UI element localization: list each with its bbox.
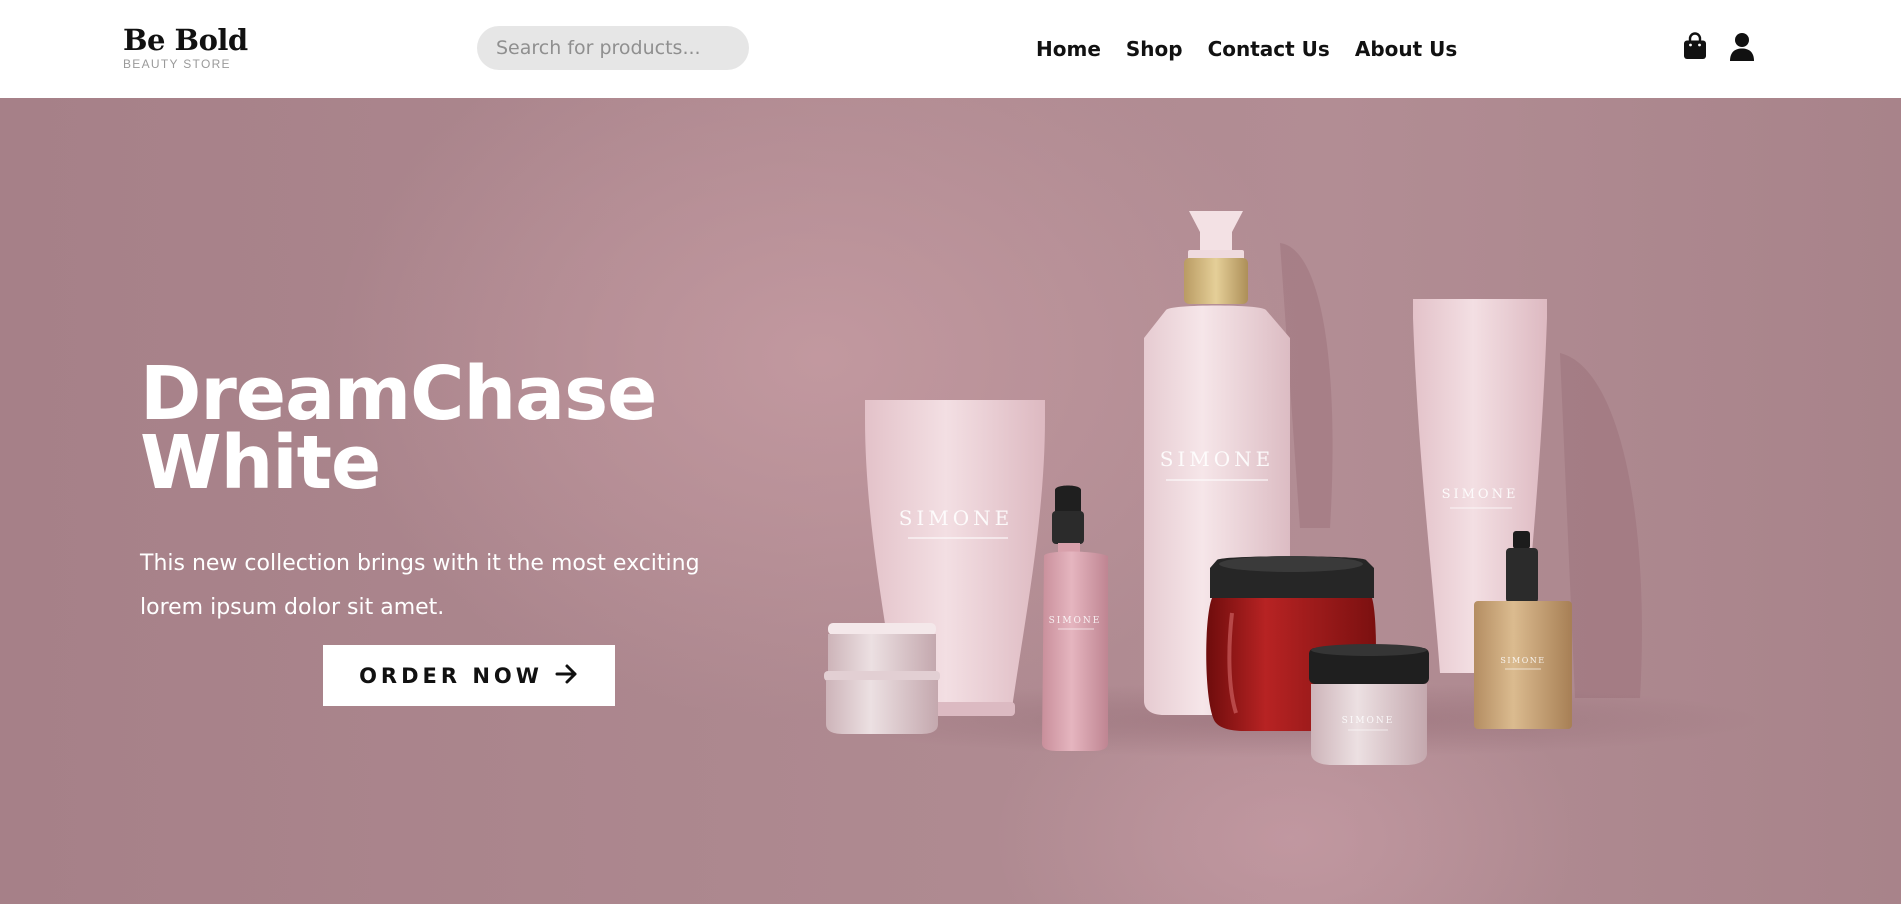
shopping-bag-icon[interactable] [1683, 32, 1709, 62]
user-icon[interactable] [1729, 32, 1755, 62]
hero-description: This new collection brings with it the m… [140, 551, 700, 620]
product-brand-label: SIMONE [1342, 716, 1395, 726]
order-now-label: ORDER NOW [359, 663, 543, 688]
product-brand-label: SIMONE [1500, 656, 1545, 665]
main-nav: Home Shop Contact Us About Us [1036, 36, 1457, 62]
arrow-right-icon [555, 663, 579, 688]
product-brand-label: SIMONE [1049, 616, 1102, 626]
nav-contact-us[interactable]: Contact Us [1208, 36, 1330, 62]
product-brand-label: SIMONE [899, 506, 1014, 530]
nav-about-us[interactable]: About Us [1355, 36, 1457, 62]
logo[interactable]: Be Bold BEAUTY STORE [123, 24, 248, 70]
product-brand-label: SIMONE [1160, 447, 1275, 471]
logo-title: Be Bold [123, 23, 248, 57]
product-brand-label: SIMONE [1442, 487, 1519, 502]
hero-title: DreamChase White [140, 357, 657, 500]
hero-title-line-2: White [140, 420, 381, 506]
site-header: Be Bold BEAUTY STORE Home Shop Contact U… [0, 0, 1901, 98]
hero-banner: SIMONE SIMONE SIMONE SIMONE SIMONE SIMON… [0, 98, 1901, 904]
nav-shop[interactable]: Shop [1126, 36, 1183, 62]
nav-home[interactable]: Home [1036, 36, 1101, 62]
logo-subtitle: BEAUTY STORE [123, 57, 231, 71]
search-input[interactable] [477, 26, 749, 70]
order-now-button[interactable]: ORDER NOW [323, 645, 615, 706]
